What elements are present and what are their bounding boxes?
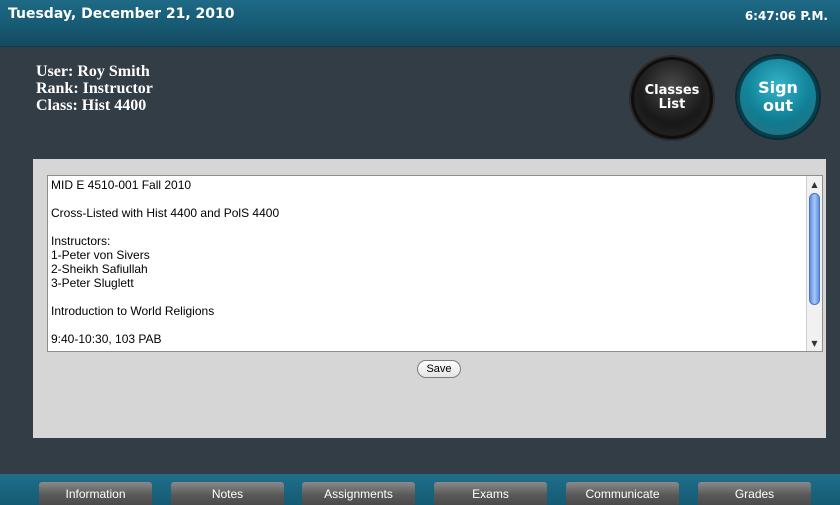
sign-out-label: Sign out [758,78,798,115]
scroll-up-arrow-icon[interactable]: ▲ [807,177,822,191]
save-button[interactable]: Save [417,360,461,378]
user-rank: Rank: Instructor [36,80,153,97]
classes-list-label: Classes List [644,83,700,112]
notes-panel: MID E 4510-001 Fall 2010 Cross-Listed wi… [33,159,826,438]
notes-line: 9:40-10:30, 103 PAB [51,332,162,346]
bottom-nav: Information Notes Assignments Exams Comm… [0,474,840,505]
notes-line [51,192,806,206]
tab-exams[interactable]: Exams [434,482,547,505]
notes-line: 3-Peter Sluglett [51,276,134,290]
notes-line: 2-Sheikh Safiullah [51,262,148,276]
notes-scrollbar[interactable]: ▲ ▼ [806,176,822,351]
notes-line: MID E 4510-001 Fall 2010 [51,178,192,192]
notes-line: Cross-Listed with Hist 4400 and PolS 440… [51,206,280,220]
user-info: User: Roy Smith Rank: Instructor Class: … [36,63,153,114]
notes-line [51,290,806,304]
sign-out-button[interactable]: Sign out [737,56,819,138]
tab-communicate[interactable]: Communicate [566,482,679,505]
tab-assignments[interactable]: Assignments [302,482,415,505]
notes-line [51,220,806,234]
classes-list-button[interactable]: Classes List [631,57,713,139]
notes-line: 1-Peter von Sivers [51,248,150,262]
notes-line [51,318,806,332]
notes-line: Instructors: [51,234,111,248]
user-name: User: Roy Smith [36,63,150,80]
notes-line: Introduction to World Religions [51,304,215,318]
tab-information[interactable]: Information [39,482,152,505]
class-notes-textarea[interactable]: MID E 4510-001 Fall 2010 Cross-Listed wi… [47,175,823,352]
scroll-down-arrow-icon[interactable]: ▼ [807,336,822,350]
current-time: 6:47:06 P.M. [744,9,828,23]
current-date: Tuesday, December 21, 2010 [8,6,235,22]
tab-notes[interactable]: Notes [171,482,284,505]
user-class: Class: Hist 4400 [36,97,147,114]
class-notes-content[interactable]: MID E 4510-001 Fall 2010 Cross-Listed wi… [48,176,806,351]
scrollbar-thumb[interactable] [809,193,820,305]
top-bar: Tuesday, December 21, 2010 6:47:06 P.M. [0,0,840,47]
tab-grades[interactable]: Grades [698,482,811,505]
